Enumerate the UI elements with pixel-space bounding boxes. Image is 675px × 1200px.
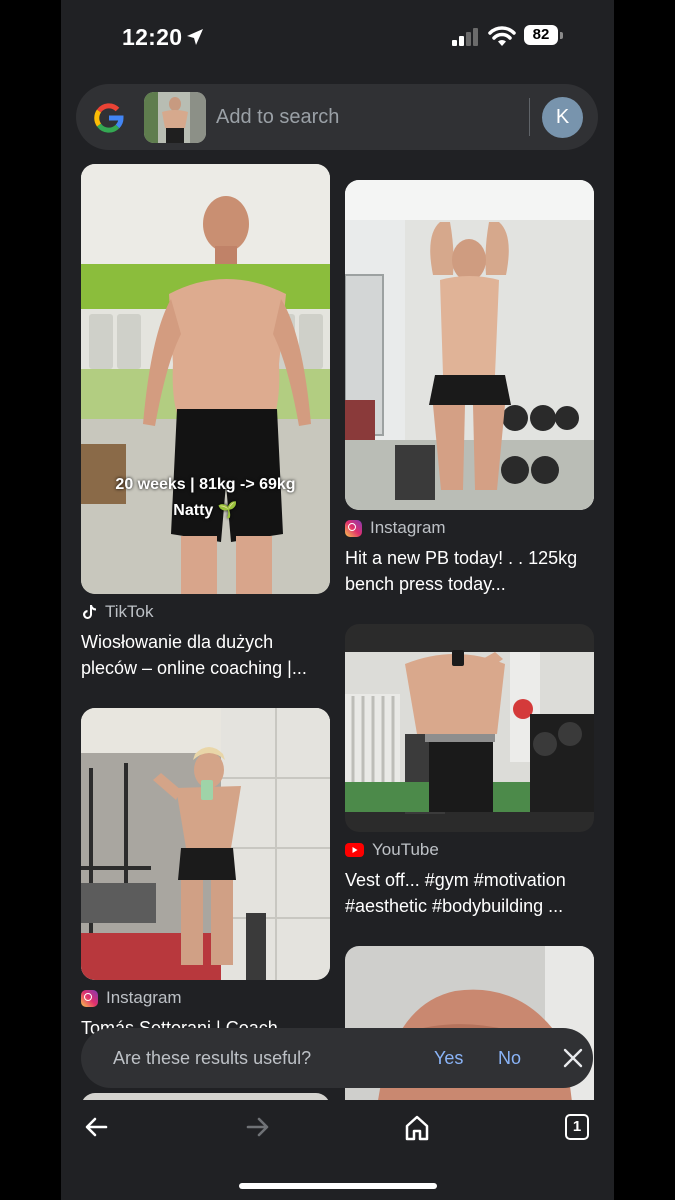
instagram-icon bbox=[345, 519, 362, 537]
image-results-grid: 20 weeks | 81kg -> 69kg Natty 🌱 TikTok W… bbox=[61, 158, 614, 1100]
result-source-4[interactable]: YouTube bbox=[345, 840, 439, 860]
forward-arrow-icon[interactable] bbox=[244, 1114, 270, 1140]
result-title-2[interactable]: Hit a new PB today! . . 125kg bench pres… bbox=[345, 545, 595, 597]
youtube-icon bbox=[345, 843, 364, 857]
back-arrow-icon[interactable] bbox=[84, 1114, 110, 1140]
result-image-3[interactable] bbox=[81, 708, 330, 980]
result-source-label: Instagram bbox=[106, 988, 182, 1007]
location-arrow-icon bbox=[187, 29, 203, 45]
feedback-no-button[interactable]: No bbox=[498, 1048, 521, 1069]
status-bar: 12:20 82 bbox=[61, 0, 614, 78]
search-divider bbox=[529, 98, 530, 136]
feedback-prompt: Are these results useful? Yes No bbox=[81, 1028, 593, 1088]
status-time: 12:20 bbox=[122, 24, 183, 50]
account-avatar[interactable]: K bbox=[542, 97, 583, 138]
result-image-4[interactable] bbox=[345, 624, 594, 832]
result-overlay-caption: 20 weeks | 81kg -> 69kg bbox=[115, 476, 296, 493]
search-image-thumbnail[interactable] bbox=[144, 92, 206, 143]
bottom-toolbar: 1 bbox=[61, 1100, 614, 1200]
battery-level: 82 bbox=[524, 25, 558, 45]
phone-screen: 12:20 82 Add to search K 20 weeks | 81kg… bbox=[61, 0, 614, 1200]
result-image-6[interactable] bbox=[81, 1093, 330, 1100]
result-overlay-natty: Natty 🌱 bbox=[81, 500, 330, 520]
result-source-label: TikTok bbox=[105, 602, 154, 621]
result-source-label: Instagram bbox=[370, 518, 446, 537]
result-source-label: YouTube bbox=[372, 840, 439, 859]
home-icon[interactable] bbox=[403, 1114, 431, 1142]
result-overlay-natty-text: Natty bbox=[173, 502, 214, 519]
result-image-1[interactable]: 20 weeks | 81kg -> 69kg Natty 🌱 bbox=[81, 164, 330, 594]
battery-indicator: 82 bbox=[524, 25, 564, 47]
result-source-2[interactable]: Instagram bbox=[345, 518, 446, 538]
result-title-1[interactable]: Wiosłowanie dla dużych pleców – online c… bbox=[81, 629, 331, 681]
wifi-icon bbox=[488, 26, 516, 46]
tiktok-icon bbox=[83, 605, 96, 619]
feedback-yes-button[interactable]: Yes bbox=[434, 1048, 463, 1069]
result-source-3[interactable]: Instagram bbox=[81, 988, 182, 1008]
search-bar[interactable]: Add to search K bbox=[76, 84, 598, 150]
tab-switcher-icon[interactable]: 1 bbox=[565, 1114, 589, 1140]
instagram-icon bbox=[81, 989, 98, 1007]
result-title-4[interactable]: Vest off... #gym #motivation #aesthetic … bbox=[345, 867, 595, 919]
sprout-emoji-icon: 🌱 bbox=[217, 502, 238, 519]
result-source-1[interactable]: TikTok bbox=[81, 602, 154, 622]
search-input[interactable]: Add to search bbox=[216, 106, 339, 129]
close-icon[interactable] bbox=[561, 1046, 585, 1070]
result-image-2[interactable] bbox=[345, 180, 594, 510]
cellular-signal-icon bbox=[452, 28, 478, 46]
battery-nub bbox=[560, 32, 563, 39]
google-g-icon bbox=[94, 103, 124, 133]
home-indicator bbox=[239, 1183, 437, 1189]
feedback-question: Are these results useful? bbox=[113, 1048, 312, 1068]
